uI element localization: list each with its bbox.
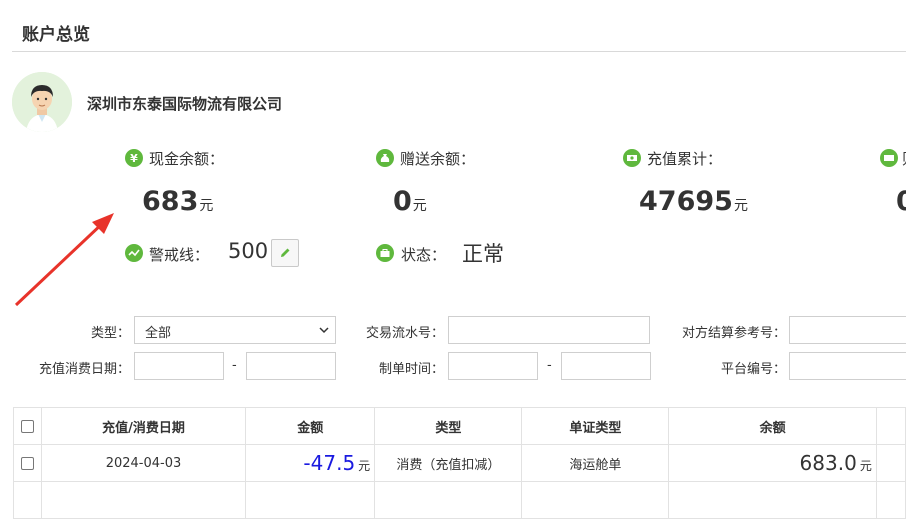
- page-title: 账户总览: [22, 25, 90, 45]
- header-type: 类型: [374, 407, 523, 445]
- alert-line-label: 警戒线：: [149, 246, 210, 264]
- yen-icon: ¥: [125, 149, 143, 167]
- row-checkbox[interactable]: [20, 456, 34, 470]
- date-end-input[interactable]: [246, 352, 336, 380]
- avatar-icon: [12, 72, 72, 132]
- select-all-checkbox[interactable]: [20, 419, 34, 433]
- make-time-end-input[interactable]: [561, 352, 651, 380]
- cash-balance-value: 683元: [142, 186, 214, 217]
- edit-alert-line-button[interactable]: [271, 239, 299, 267]
- row-extra: [875, 444, 906, 482]
- gift-balance-label: 赠送余额：: [400, 150, 476, 168]
- make-time-label: 制单时间：: [378, 362, 444, 377]
- select-all-cell: [13, 407, 42, 445]
- date-filter-label: 充值消费日期：: [38, 362, 130, 377]
- cash-balance-label: 现金余额：: [149, 150, 225, 168]
- header-balance: 余额: [668, 407, 877, 445]
- type-filter-label: 类型：: [90, 326, 130, 341]
- counterpart-ref-input[interactable]: [789, 316, 906, 344]
- title-divider: [12, 51, 906, 52]
- pencil-icon: [281, 248, 290, 257]
- recharge-total-value: 47695元: [639, 186, 748, 217]
- cash-stack-icon: [623, 149, 641, 167]
- recharge-total-label: 充值累计：: [647, 150, 723, 168]
- type-select[interactable]: 全部: [134, 316, 336, 344]
- row-doc-type: 海运舱单: [521, 444, 670, 482]
- row-type: 消费（充值扣减）: [374, 444, 523, 482]
- table-row[interactable]: 2024-04-03 -47.5 元 消费（充值扣减） 海运舱单 683.0 元: [13, 444, 906, 482]
- avatar: [12, 72, 72, 132]
- annotation-arrow: [14, 213, 114, 307]
- make-time-separator: -: [547, 358, 552, 373]
- header-amount: 金额: [245, 407, 376, 445]
- platform-no-input[interactable]: [789, 352, 906, 380]
- date-separator: -: [232, 358, 237, 373]
- serial-no-input[interactable]: [448, 316, 650, 344]
- gift-balance-value: 0元: [393, 186, 427, 217]
- type-select-value: 全部: [145, 326, 172, 341]
- row-amount: -47.5 元: [245, 444, 376, 482]
- status-label: 状态：: [401, 246, 447, 264]
- chevron-down-icon: [319, 327, 329, 334]
- company-name: 深圳市东泰国际物流有限公司: [87, 95, 283, 113]
- transactions-table: 充值/消费日期 金额 类型 单证类型 余额 2024-04-03 -47.5 元 …: [13, 407, 906, 519]
- table-header-row: 充值/消费日期 金额 类型 单证类型 余额: [13, 407, 906, 445]
- header-date: 充值/消费日期: [40, 407, 247, 445]
- row-select-cell: [13, 444, 42, 482]
- counterpart-ref-label: 对方结算参考号：: [681, 326, 786, 341]
- row-date: 2024-04-03: [40, 444, 247, 482]
- make-time-start-input[interactable]: [448, 352, 538, 380]
- status-value: 正常: [462, 242, 504, 266]
- fourth-stat-label: 则: [902, 148, 906, 169]
- date-start-input[interactable]: [134, 352, 224, 380]
- briefcase-icon: [376, 244, 394, 262]
- alert-line-value: 500: [228, 239, 269, 263]
- money-bag-icon: [376, 149, 394, 167]
- fourth-stat-value: 0: [896, 186, 906, 217]
- serial-no-label: 交易流水号：: [365, 326, 444, 341]
- platform-no-label: 平台编号：: [720, 362, 786, 377]
- header-doc-type: 单证类型: [521, 407, 670, 445]
- cash-icon: [880, 149, 898, 167]
- row-balance: 683.0 元: [668, 444, 877, 482]
- table-row: [13, 481, 906, 519]
- header-extra: [875, 407, 906, 445]
